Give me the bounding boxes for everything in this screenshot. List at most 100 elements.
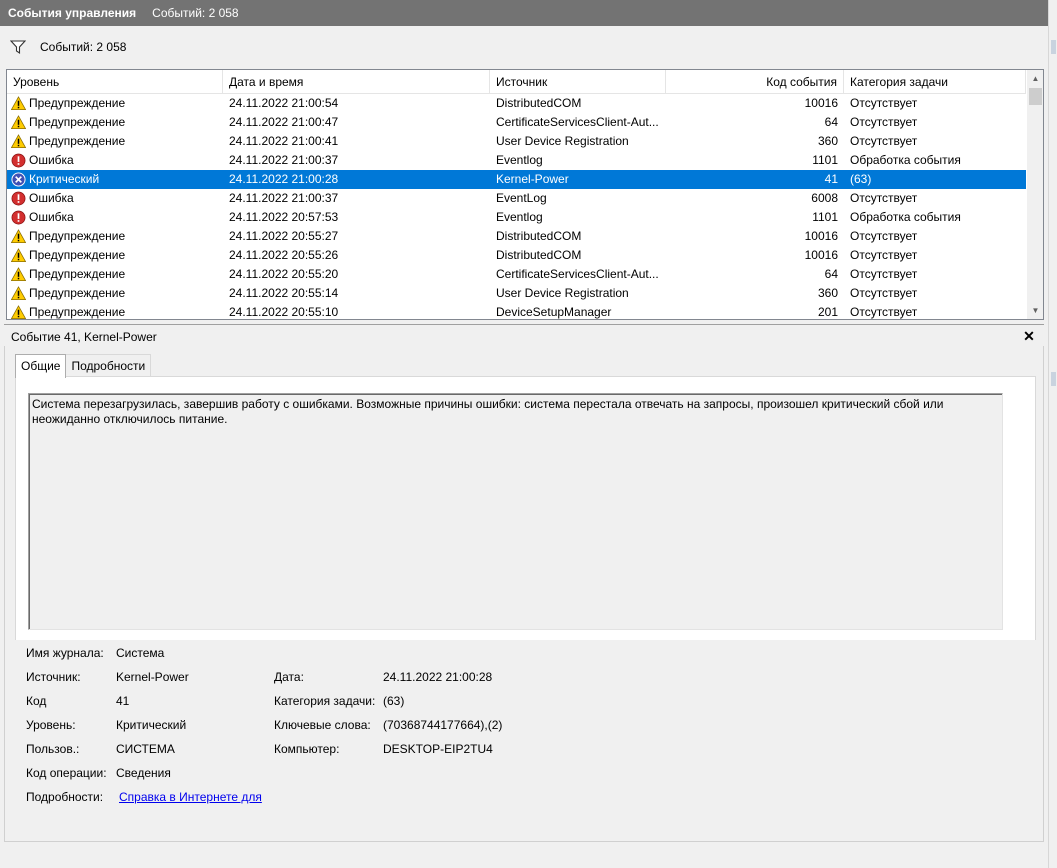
right-edge-strip [1048, 0, 1057, 868]
table-row[interactable]: Предупреждение 24.11.2022 20:55:26 Distrib… [7, 246, 1026, 265]
cell-source: DistributedCOM [496, 248, 582, 262]
cell-event-id: 1101 [812, 153, 838, 167]
table-row[interactable]: Ошибка 24.11.2022 21:00:37 EventLog 6008 Отс… [7, 189, 1026, 208]
column-header-source[interactable]: Источник [490, 70, 666, 94]
cell-datetime: 24.11.2022 21:00:41 [229, 134, 339, 148]
cell-event-id: 201 [817, 305, 838, 319]
grid-rows: Предупреждение 24.11.2022 21:00:54 Distrib… [7, 94, 1026, 319]
cell-source: Eventlog [496, 210, 543, 224]
title-bar: События управления Событий: 2 058 [0, 0, 1048, 26]
cell-datetime: 24.11.2022 21:00:54 [229, 96, 339, 110]
cell-source: CertificateServicesClient-Aut... [496, 115, 659, 129]
cell-level: Предупреждение [7, 303, 223, 319]
table-row[interactable]: Предупреждение 24.11.2022 20:55:14 User De… [7, 284, 1026, 303]
error-icon [11, 191, 26, 206]
warning-icon [10, 96, 27, 111]
event-description[interactable]: Система перезагрузилась, завершив работу… [28, 393, 1003, 630]
warning-icon [10, 267, 27, 282]
value-date: 24.11.2022 21:00:28 [383, 670, 493, 684]
cell-event-id: 41 [824, 172, 838, 186]
scroll-thumb[interactable] [1029, 88, 1042, 105]
level-text: Предупреждение [29, 115, 126, 129]
label-source: Источник: [26, 670, 81, 684]
column-header-datetime[interactable]: Дата и время [223, 70, 490, 94]
cell-category: Отсутствует [850, 229, 918, 243]
title-text: События управления [8, 6, 137, 20]
column-header-event-id[interactable]: Код события [666, 70, 844, 94]
filter-icon[interactable] [10, 39, 26, 55]
cell-event-id: 64 [824, 267, 838, 281]
cell-level: Предупреждение [7, 246, 223, 265]
cell-source: EventLog [496, 191, 547, 205]
cell-event-id: 10016 [804, 96, 838, 110]
table-row[interactable]: Предупреждение 24.11.2022 21:00:54 Distrib… [7, 94, 1026, 113]
close-icon[interactable]: ✕ [1020, 327, 1038, 345]
cell-datetime: 24.11.2022 20:55:27 [229, 229, 339, 243]
level-text: Предупреждение [29, 305, 126, 319]
error-icon [11, 210, 26, 225]
table-row[interactable]: Предупреждение 24.11.2022 20:55:10 DeviceS… [7, 303, 1026, 319]
value-code: 41 [116, 694, 130, 708]
table-row[interactable]: Предупреждение 24.11.2022 21:00:47 Certifi… [7, 113, 1026, 132]
value-computer: DESKTOP-EIP2TU4 [383, 742, 493, 756]
cell-source: User Device Registration [496, 286, 629, 300]
cell-datetime: 24.11.2022 21:00:37 [229, 153, 339, 167]
cell-event-id: 64 [824, 115, 838, 129]
cell-datetime: 24.11.2022 20:55:26 [229, 248, 339, 262]
level-text: Предупреждение [29, 229, 126, 243]
warning-icon [10, 248, 27, 263]
table-row[interactable]: Предупреждение 24.11.2022 20:55:20 Certifi… [7, 265, 1026, 284]
cell-datetime: 24.11.2022 21:00:28 [229, 172, 339, 186]
column-header-category[interactable]: Категория задачи [844, 70, 1026, 94]
cell-event-id: 10016 [804, 248, 838, 262]
level-text: Предупреждение [29, 248, 126, 262]
level-text: Ошибка [29, 191, 74, 205]
grid-vertical-scrollbar[interactable]: ▲ ▼ [1027, 70, 1043, 319]
label-log-name: Имя журнала: [26, 646, 104, 660]
level-text: Предупреждение [29, 96, 126, 110]
filter-event-count: Событий: 2 058 [40, 40, 127, 54]
label-date: Дата: [274, 670, 304, 684]
value-user: СИСТЕМА [116, 742, 175, 756]
level-text: Ошибка [29, 153, 74, 167]
cell-source: Kernel-Power [496, 172, 569, 186]
title-event-count: Событий: 2 058 [152, 6, 239, 20]
table-row[interactable]: Предупреждение 24.11.2022 20:55:27 Distrib… [7, 227, 1026, 246]
value-source: Kernel-Power [116, 670, 189, 684]
cell-category: Обработка события [850, 153, 961, 167]
table-row[interactable]: Предупреждение 24.11.2022 21:00:41 User De… [7, 132, 1026, 151]
cell-event-id: 1101 [812, 210, 838, 224]
level-text: Критический [29, 172, 100, 186]
cell-level: Ошибка [7, 189, 223, 208]
events-grid[interactable]: Уровень Дата и время Источник Код событи… [6, 69, 1044, 320]
tab-details[interactable]: Подробности [65, 354, 152, 376]
value-task-category: (63) [383, 694, 405, 708]
label-computer: Компьютер: [274, 742, 340, 756]
cell-level: Предупреждение [7, 284, 223, 303]
label-user: Пользов.: [26, 742, 80, 756]
scroll-up-arrow-icon[interactable]: ▲ [1027, 70, 1043, 87]
cell-category: Отсутствует [850, 267, 918, 281]
cell-category: Отсутствует [850, 286, 918, 300]
cell-datetime: 24.11.2022 20:55:20 [229, 267, 339, 281]
cell-level: Предупреждение [7, 132, 223, 151]
level-text: Предупреждение [29, 134, 126, 148]
grid-header: Уровень Дата и время Источник Код событи… [7, 70, 1026, 94]
cell-level: Предупреждение [7, 265, 223, 284]
critical-icon [11, 172, 26, 187]
cell-level: Ошибка [7, 151, 223, 170]
cell-event-id: 6008 [811, 191, 838, 205]
cell-source: User Device Registration [496, 134, 629, 148]
scroll-down-arrow-icon[interactable]: ▼ [1027, 302, 1043, 319]
error-icon [11, 153, 26, 168]
online-help-link[interactable]: Справка в Интернете для [119, 789, 262, 805]
cell-event-id: 10016 [804, 229, 838, 243]
warning-icon [10, 115, 27, 130]
table-row[interactable]: Ошибка 24.11.2022 20:57:53 Eventlog 1101 Обр… [7, 208, 1026, 227]
table-row[interactable]: Ошибка 24.11.2022 21:00:37 Eventlog 1101 Обр… [7, 151, 1026, 170]
table-row[interactable]: Критический 24.11.2022 21:00:28 Kernel-Pow… [7, 170, 1026, 189]
column-header-level[interactable]: Уровень [7, 70, 223, 94]
edge-marker [1051, 372, 1056, 386]
cell-category: Отсутствует [850, 96, 918, 110]
tab-general[interactable]: Общие [15, 354, 67, 378]
